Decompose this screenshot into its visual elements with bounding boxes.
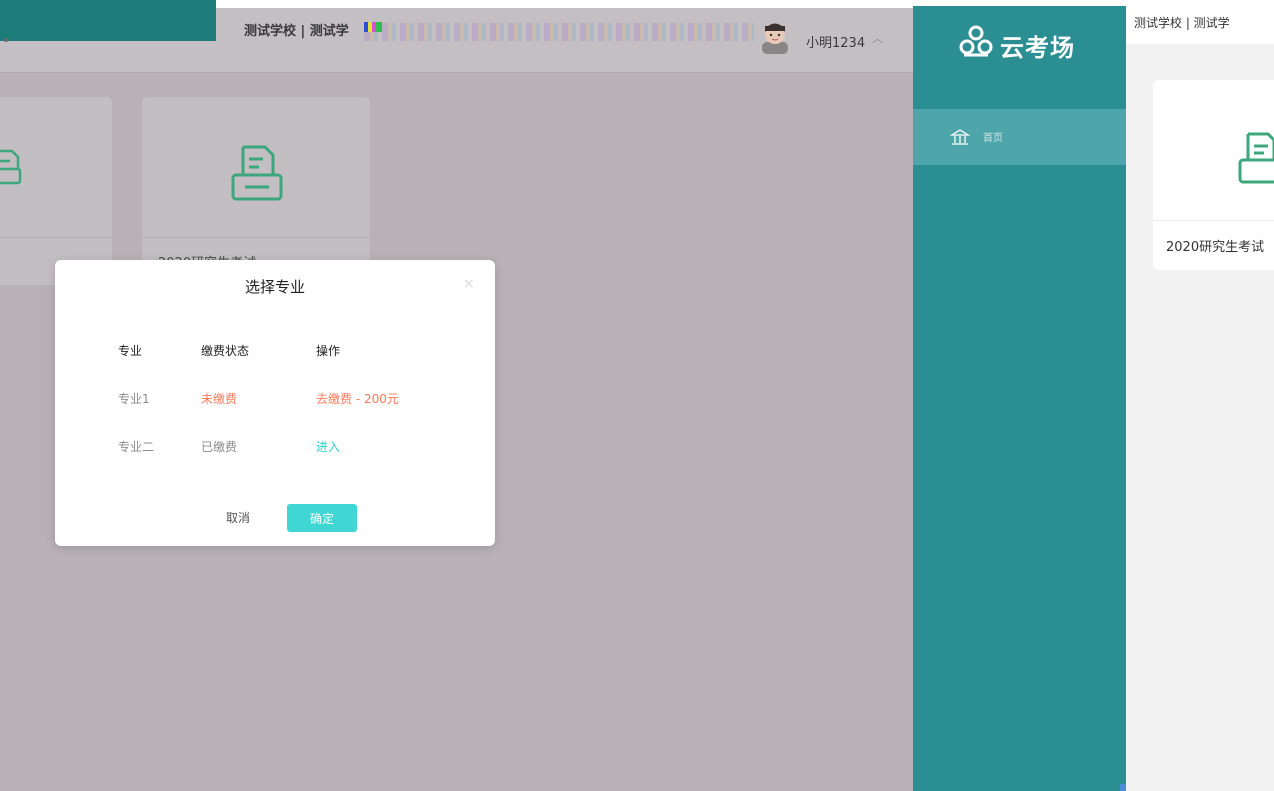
column-header-status: 缴费状态 xyxy=(201,344,250,358)
chevron-up-icon[interactable]: ︿ xyxy=(872,30,883,46)
school-name: 测试学校 | 测试学 xyxy=(244,24,349,39)
enter-link[interactable]: 进入 xyxy=(316,438,340,455)
exam-card-title: 2020研究生考试 xyxy=(1166,240,1265,255)
school-name: 测试学校 | 测试学 xyxy=(1134,16,1230,30)
pay-link[interactable]: 去缴费 - 200元 xyxy=(316,390,399,407)
menu-dot-icon xyxy=(4,38,8,42)
render-glitch xyxy=(364,23,754,41)
card-divider xyxy=(142,237,370,238)
scroll-marker xyxy=(1120,784,1126,791)
username[interactable]: 小明1234 xyxy=(806,32,865,51)
dialog-title: 选择专业 xyxy=(244,278,305,296)
payment-status: 已缴费 xyxy=(201,440,238,454)
bank-home-icon xyxy=(950,129,970,145)
cancel-button[interactable]: 取消 xyxy=(205,504,271,532)
select-major-dialog: 选择专业 × 专业 缴费状态 操作 专业1 未缴费 去缴费 - 200元 专业二… xyxy=(55,260,495,546)
card-divider xyxy=(0,237,112,238)
major-name: 专业二 xyxy=(118,440,155,454)
exam-card-partial[interactable] xyxy=(0,97,112,285)
payment-status: 未缴费 xyxy=(201,392,238,406)
dimmed-logo-block xyxy=(0,0,216,41)
confirm-button[interactable]: 确定 xyxy=(287,504,357,532)
cloud-exam-logo-icon xyxy=(959,25,993,57)
column-header-action: 操作 xyxy=(316,344,341,358)
app-logo-text: 云考场 xyxy=(1000,34,1075,62)
column-header-major: 专业 xyxy=(118,344,143,358)
avatar-icon[interactable] xyxy=(760,20,790,54)
sidebar-top-gap xyxy=(913,0,1126,6)
document-printer-icon xyxy=(0,149,22,185)
major-name: 专业1 xyxy=(118,392,150,406)
card-divider xyxy=(1153,220,1274,221)
render-glitch-pixels xyxy=(364,22,382,32)
sidebar-item-home[interactable] xyxy=(913,109,1126,165)
document-printer-icon xyxy=(231,145,283,201)
document-printer-icon xyxy=(1238,132,1274,184)
close-icon[interactable]: × xyxy=(463,276,475,292)
sidebar-item-label: 首页 xyxy=(983,133,1003,144)
